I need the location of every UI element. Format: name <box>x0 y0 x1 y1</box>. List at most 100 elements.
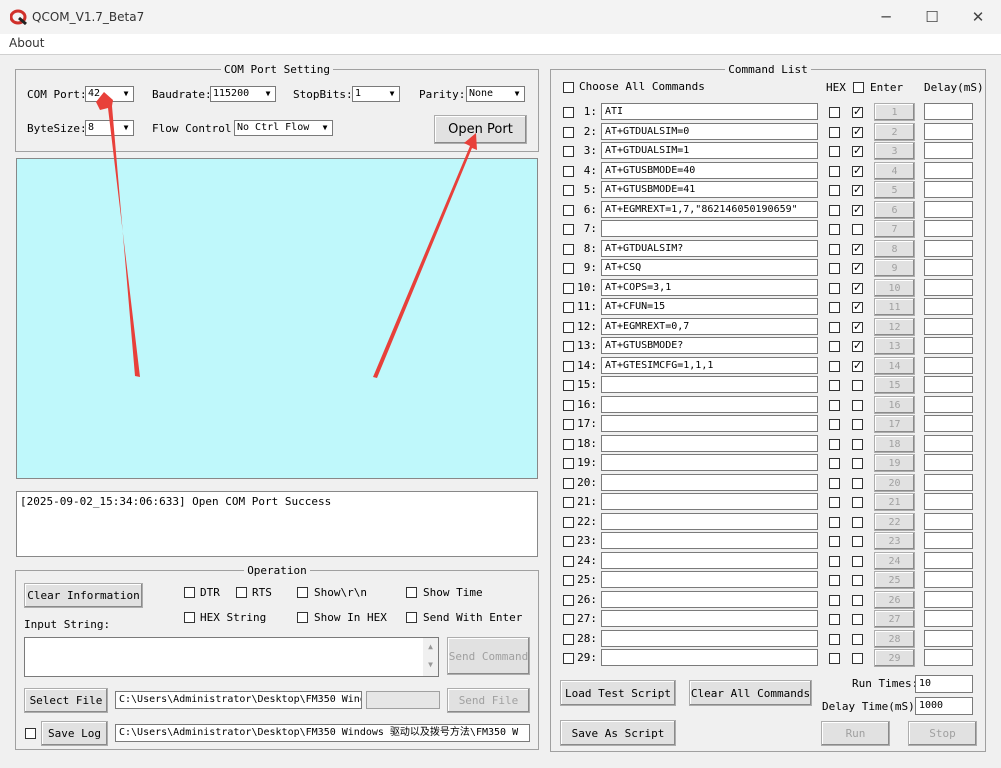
command-enter-checkbox[interactable] <box>852 224 863 235</box>
command-select-checkbox[interactable] <box>563 322 574 333</box>
command-delay-input[interactable] <box>924 162 973 179</box>
command-select-checkbox[interactable] <box>563 380 574 391</box>
command-delay-input[interactable] <box>924 630 973 647</box>
command-input[interactable] <box>601 493 818 510</box>
command-delay-input[interactable] <box>924 474 973 491</box>
command-input[interactable] <box>601 571 818 588</box>
command-input[interactable]: AT+EGMREXT=1,7,"862146050190659" <box>601 201 818 218</box>
save-as-script-button[interactable]: Save As Script <box>560 720 676 746</box>
command-enter-checkbox[interactable] <box>852 281 863 294</box>
command-delay-input[interactable] <box>924 357 973 374</box>
command-enter-checkbox[interactable] <box>852 458 863 469</box>
command-input[interactable] <box>601 474 818 491</box>
command-hex-checkbox[interactable] <box>829 127 840 138</box>
command-input[interactable] <box>601 435 818 452</box>
command-enter-checkbox[interactable] <box>852 144 863 157</box>
command-send-button[interactable]: 7 <box>874 220 915 238</box>
show-rn-checkbox[interactable] <box>297 587 308 598</box>
command-enter-checkbox[interactable] <box>852 105 863 118</box>
command-delay-input[interactable] <box>924 201 973 218</box>
input-string-field[interactable]: ▲ ▼ <box>24 637 439 677</box>
clear-information-button[interactable]: Clear Information <box>24 583 143 608</box>
command-hex-checkbox[interactable] <box>829 361 840 372</box>
command-enter-checkbox[interactable] <box>852 419 863 430</box>
command-delay-input[interactable] <box>924 454 973 471</box>
command-select-checkbox[interactable] <box>563 517 574 528</box>
command-hex-checkbox[interactable] <box>829 166 840 177</box>
run-times-field[interactable]: 10 <box>915 675 973 693</box>
command-input[interactable] <box>601 532 818 549</box>
command-input[interactable] <box>601 376 818 393</box>
save-log-checkbox[interactable] <box>25 728 36 739</box>
command-select-checkbox[interactable] <box>563 244 574 255</box>
command-hex-checkbox[interactable] <box>829 224 840 235</box>
log-path-field[interactable]: C:\Users\Administrator\Desktop\FM350 Win… <box>115 724 530 742</box>
command-select-checkbox[interactable] <box>563 556 574 567</box>
command-send-button[interactable]: 19 <box>874 454 915 472</box>
command-hex-checkbox[interactable] <box>829 556 840 567</box>
command-input[interactable] <box>601 513 818 530</box>
command-send-button[interactable]: 27 <box>874 610 915 628</box>
command-input[interactable]: AT+GTUSBMODE=40 <box>601 162 818 179</box>
command-delay-input[interactable] <box>924 571 973 588</box>
command-hex-checkbox[interactable] <box>829 614 840 625</box>
command-input[interactable] <box>601 220 818 237</box>
command-enter-checkbox[interactable] <box>852 400 863 411</box>
command-send-button[interactable]: 21 <box>874 493 915 511</box>
command-select-checkbox[interactable] <box>563 127 574 138</box>
save-log-button[interactable]: Save Log <box>41 721 108 746</box>
command-send-button[interactable]: 15 <box>874 376 915 394</box>
command-send-button[interactable]: 1 <box>874 103 915 121</box>
command-send-button[interactable]: 24 <box>874 552 915 570</box>
stop-button[interactable]: Stop <box>908 721 977 746</box>
command-hex-checkbox[interactable] <box>829 517 840 528</box>
command-hex-checkbox[interactable] <box>829 536 840 547</box>
command-send-button[interactable]: 23 <box>874 532 915 550</box>
command-hex-checkbox[interactable] <box>829 380 840 391</box>
command-input[interactable] <box>601 610 818 627</box>
command-select-checkbox[interactable] <box>563 634 574 645</box>
command-enter-checkbox[interactable] <box>852 164 863 177</box>
select-file-button[interactable]: Select File <box>24 688 108 713</box>
command-select-checkbox[interactable] <box>563 107 574 118</box>
rts-checkbox[interactable] <box>236 587 247 598</box>
command-select-checkbox[interactable] <box>563 205 574 216</box>
command-input[interactable] <box>601 396 818 413</box>
hex-string-checkbox[interactable] <box>184 612 195 623</box>
command-input[interactable] <box>601 415 818 432</box>
command-enter-checkbox[interactable] <box>852 261 863 274</box>
command-send-button[interactable]: 20 <box>874 474 915 492</box>
command-input[interactable] <box>601 630 818 647</box>
command-enter-checkbox[interactable] <box>852 653 863 664</box>
command-input[interactable]: ATI <box>601 103 818 120</box>
command-hex-checkbox[interactable] <box>829 244 840 255</box>
command-input[interactable]: AT+GTUSBMODE? <box>601 337 818 354</box>
command-input[interactable] <box>601 552 818 569</box>
command-select-checkbox[interactable] <box>563 341 574 352</box>
command-send-button[interactable]: 28 <box>874 630 915 648</box>
command-send-button[interactable]: 10 <box>874 279 915 297</box>
command-select-checkbox[interactable] <box>563 146 574 157</box>
command-send-button[interactable]: 6 <box>874 201 915 219</box>
command-delay-input[interactable] <box>924 240 973 257</box>
command-select-checkbox[interactable] <box>563 185 574 196</box>
command-hex-checkbox[interactable] <box>829 439 840 450</box>
command-send-button[interactable]: 29 <box>874 649 915 667</box>
command-delay-input[interactable] <box>924 396 973 413</box>
command-input[interactable]: AT+GTDUALSIM=0 <box>601 123 818 140</box>
command-send-button[interactable]: 4 <box>874 162 915 180</box>
show-in-hex-checkbox[interactable] <box>297 612 308 623</box>
command-delay-input[interactable] <box>924 532 973 549</box>
scroll-down-icon[interactable]: ▼ <box>423 656 438 674</box>
command-enter-checkbox[interactable] <box>852 595 863 606</box>
command-select-checkbox[interactable] <box>563 478 574 489</box>
command-hex-checkbox[interactable] <box>829 185 840 196</box>
command-hex-checkbox[interactable] <box>829 302 840 313</box>
command-delay-input[interactable] <box>924 435 973 452</box>
command-enter-checkbox[interactable] <box>852 339 863 352</box>
command-send-button[interactable]: 3 <box>874 142 915 160</box>
delay-time-field[interactable]: 1000 <box>915 697 973 715</box>
command-delay-input[interactable] <box>924 123 973 140</box>
command-delay-input[interactable] <box>924 610 973 627</box>
command-delay-input[interactable] <box>924 513 973 530</box>
